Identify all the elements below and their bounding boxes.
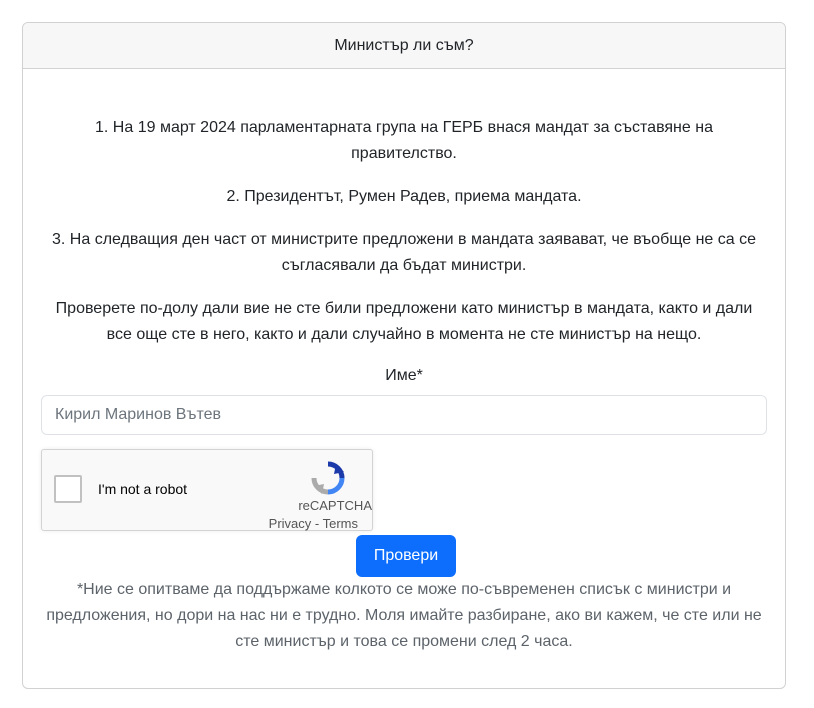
name-input-value: Кирил Маринов Вътев	[55, 406, 222, 423]
name-input[interactable]: Кирил Маринов Вътев	[41, 395, 767, 435]
footer-note: *Ние се опитваме да поддържаме колкото с…	[46, 581, 762, 650]
intro-paragraph-1: 1. На 19 март 2024 парламентарната група…	[95, 119, 713, 162]
recaptcha-links: Privacy - Terms	[269, 516, 358, 531]
links-separator: -	[311, 516, 323, 531]
privacy-link[interactable]: Privacy	[269, 516, 312, 531]
card-header: Министър ли съм?	[23, 23, 785, 69]
check-button[interactable]: Провери	[356, 535, 456, 577]
card-title: Министър ли съм?	[334, 36, 474, 54]
recaptcha-widget: I'm not a robot reCAPTCHA Privacy - Term…	[41, 449, 373, 531]
recaptcha-label: I'm not a robot	[98, 481, 188, 497]
recaptcha-logo-icon	[311, 461, 345, 495]
recaptcha-brand: reCAPTCHA	[298, 498, 372, 513]
name-label: Име*	[385, 367, 423, 384]
terms-link[interactable]: Terms	[323, 516, 358, 531]
intro-paragraph-4: Проверете по-долу дали вие не сте били п…	[55, 300, 753, 343]
recaptcha-checkbox[interactable]	[54, 475, 82, 503]
intro-paragraph-3: 3. На следващия ден част от министрите п…	[52, 231, 756, 274]
card-body: 1. На 19 март 2024 парламентарната група…	[23, 115, 785, 435]
intro-paragraph-2: 2. Президентът, Румен Радев, приема манд…	[226, 188, 582, 205]
main-card: Министър ли съм? 1. На 19 март 2024 парл…	[22, 22, 786, 689]
